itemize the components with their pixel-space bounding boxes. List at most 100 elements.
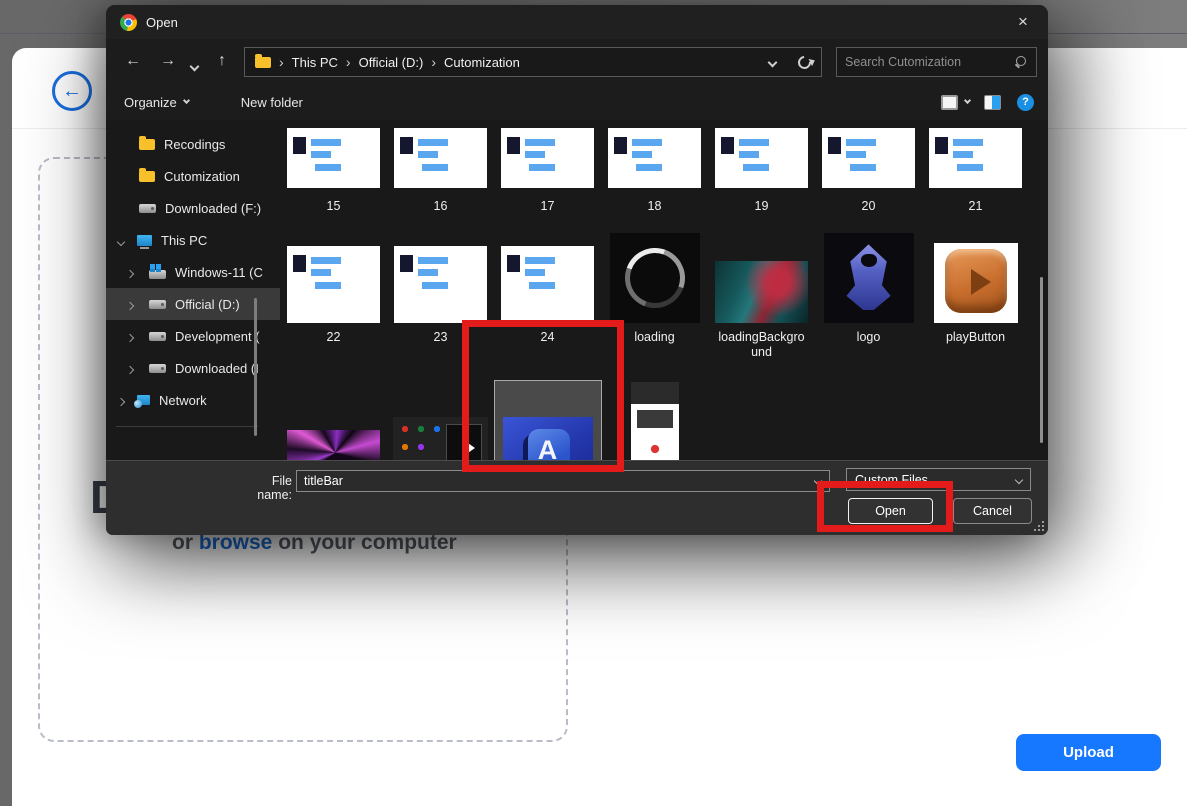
file-tile[interactable]: 20 — [813, 120, 924, 220]
file-tile-selected[interactable]: titleBar — [494, 380, 602, 460]
network-icon — [137, 395, 150, 405]
thumbnail-loading — [610, 233, 700, 323]
file-tile[interactable]: 24 — [492, 220, 603, 351]
file-tile[interactable]: loading — [601, 220, 709, 351]
expander-down-icon[interactable] — [118, 233, 124, 248]
nav-forward-button[interactable]: → — [160, 50, 176, 72]
file-type-select[interactable]: Custom Files — [846, 468, 1031, 491]
open-button[interactable]: Open — [848, 498, 933, 524]
file-item-17[interactable]: 17 — [494, 120, 601, 220]
preview-pane-button[interactable] — [984, 95, 1001, 110]
file-list-scrollbar[interactable] — [1040, 277, 1043, 443]
file-list: 1516171819 20 21 222324loadingloadingBackgr… — [280, 120, 1048, 460]
new-folder-button[interactable]: New folder — [241, 95, 303, 110]
file-tile[interactable]: 23 — [385, 220, 496, 351]
file-item-22[interactable]: 22 — [280, 220, 387, 366]
thumbnail-21 — [929, 128, 1022, 188]
file-item-logo[interactable]: logo — [815, 220, 922, 366]
file-item-titlebar[interactable]: titleBar — [494, 380, 601, 460]
expander-right-icon[interactable] — [127, 297, 133, 312]
cancel-button[interactable]: Cancel — [953, 498, 1032, 524]
file-tile[interactable]: 15 — [280, 120, 389, 220]
file-tile[interactable]: 21 — [920, 120, 1031, 220]
file-type-dropdown-icon — [1015, 475, 1023, 483]
file-tile[interactable]: 22 — [280, 220, 389, 351]
thumbnail-wrap — [824, 228, 914, 323]
file-item-label: 21 — [969, 199, 983, 213]
breadcrumb[interactable]: ›This PC›Official (D:)›Cutomization — [244, 47, 822, 77]
drive-icon — [139, 204, 156, 213]
thumbnail-wrap — [394, 228, 487, 323]
file-tile[interactable]: 17 — [492, 120, 603, 220]
chevron-icon — [117, 237, 125, 245]
breadcrumb-segment-official-d[interactable]: Official (D:) — [359, 55, 424, 70]
file-tile[interactable]: 18 — [599, 120, 710, 220]
sidebar-item-cutomization[interactable]: Cutomization — [106, 160, 280, 192]
file-item-label: 20 — [862, 199, 876, 213]
search-input[interactable] — [845, 55, 1015, 69]
nav-recent-dropdown[interactable] — [191, 55, 198, 77]
file-item-queue[interactable]: queue — [280, 380, 387, 460]
page-back-button[interactable]: ← — [52, 71, 92, 111]
sidebar-item-downloaded-f[interactable]: Downloaded (F:) — [106, 192, 280, 224]
file-name-input[interactable] — [297, 474, 815, 488]
close-icon[interactable]: × — [1012, 12, 1034, 32]
file-grid-row-2: 222324loadingloadingBackgroundlogo playBu… — [280, 220, 1048, 366]
file-item-15[interactable]: 15 — [280, 120, 387, 220]
expander-right-icon[interactable] — [127, 361, 133, 376]
nav-back-button[interactable]: ← — [125, 50, 141, 72]
file-name-label: File name: — [234, 474, 292, 502]
file-item-playbutton[interactable]: playButton — [922, 220, 1029, 366]
file-item-20[interactable]: 20 — [815, 120, 922, 220]
file-name-dropdown-icon[interactable] — [814, 477, 822, 485]
thumbnail-19 — [715, 128, 808, 188]
pc-icon — [137, 235, 152, 246]
sidebar-item-this-pc[interactable]: This PC — [106, 224, 280, 256]
file-tile[interactable]: test — [384, 380, 497, 460]
file-item-21[interactable]: 21 — [922, 120, 1029, 220]
file-tile[interactable]: tt — [622, 380, 688, 460]
new-folder-label: New folder — [241, 95, 303, 110]
thumbnail-20 — [822, 128, 915, 188]
file-item-label: playButton — [946, 330, 1005, 344]
file-tile[interactable]: 19 — [706, 120, 817, 220]
file-item-23[interactable]: 23 — [387, 220, 494, 366]
file-item-24[interactable]: 24 — [494, 220, 601, 366]
organize-button[interactable]: Organize — [124, 95, 189, 110]
nav-up-button[interactable]: ↑ — [218, 50, 226, 72]
file-item-test[interactable]: test — [387, 380, 494, 460]
file-item-19[interactable]: 19 — [708, 120, 815, 220]
change-view-button[interactable] — [941, 95, 970, 110]
sidebar-item-label: Network — [159, 393, 207, 408]
file-item-16[interactable]: 16 — [387, 120, 494, 220]
file-item-loading[interactable]: loading — [601, 220, 708, 366]
file-tile[interactable]: 16 — [385, 120, 496, 220]
sidebar-item-recodings[interactable]: Recodings — [106, 128, 280, 160]
expander-right-icon[interactable] — [127, 329, 133, 344]
breadcrumb-segment-this-pc[interactable]: This PC — [292, 55, 338, 70]
search-icon[interactable] — [1015, 56, 1028, 69]
help-button[interactable]: ? — [1017, 94, 1034, 111]
file-tile[interactable]: playButton — [925, 220, 1027, 351]
file-tile[interactable]: logo — [815, 220, 923, 351]
refresh-icon[interactable] — [795, 53, 813, 71]
sidebar-item-windows-11-c[interactable]: Windows-11 (C — [106, 256, 280, 288]
file-tile[interactable]: queue — [280, 380, 389, 460]
resize-grip[interactable] — [1034, 521, 1044, 531]
address-dropdown-icon[interactable] — [768, 57, 778, 67]
file-item-loadingbackground[interactable]: loadingBackground — [708, 220, 815, 366]
breadcrumb-segment-cutomization[interactable]: Cutomization — [444, 55, 520, 70]
thumbnail-wrap — [287, 388, 380, 460]
file-tile[interactable]: loadingBackground — [706, 220, 817, 366]
upload-button[interactable]: Upload — [1016, 734, 1161, 771]
chevron-down-icon — [190, 62, 200, 72]
chevron-down-icon — [183, 97, 190, 104]
file-item-tt[interactable]: tt — [601, 380, 708, 460]
expander-right-icon[interactable] — [127, 265, 133, 280]
file-item-18[interactable]: 18 — [601, 120, 708, 220]
sidebar-scrollbar[interactable] — [254, 298, 257, 436]
screen: ← D or browse on your computer Upload Op… — [0, 0, 1187, 806]
expander-right-icon[interactable] — [118, 393, 124, 408]
sidebar-item-label: Recodings — [164, 137, 225, 152]
thumbnail-wrap — [934, 228, 1018, 323]
